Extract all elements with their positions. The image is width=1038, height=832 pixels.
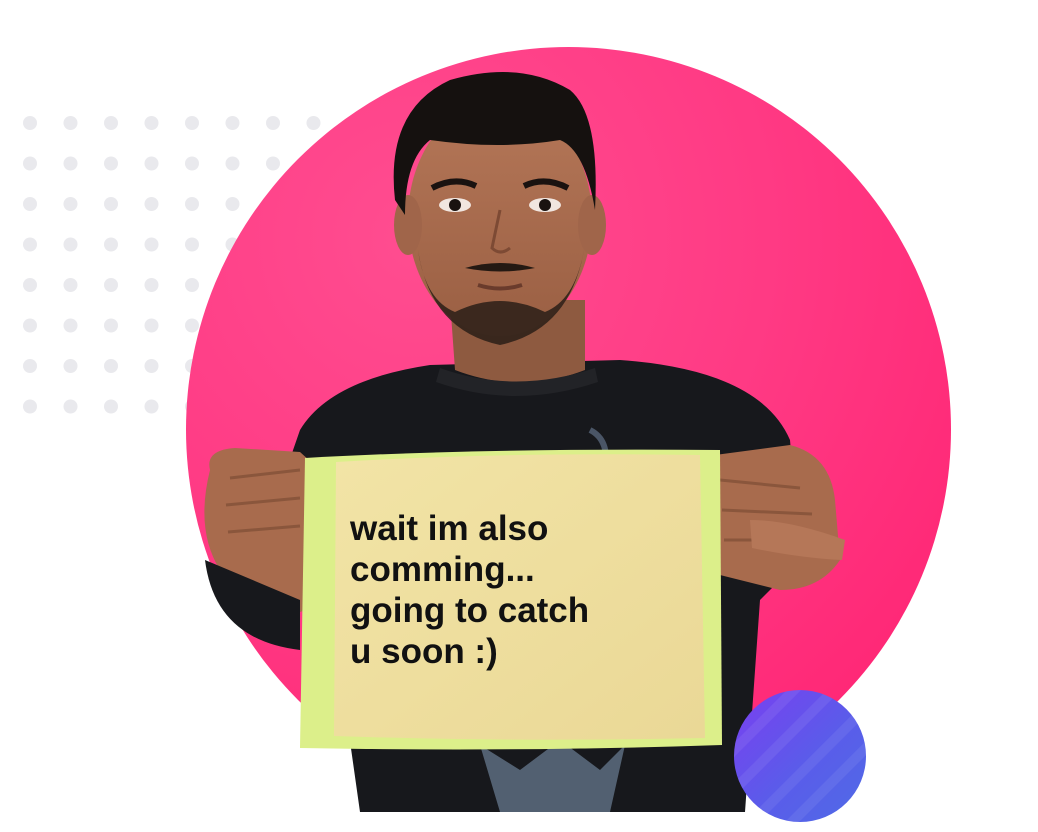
right-hand xyxy=(715,445,845,590)
sign-line-3: going to catch xyxy=(350,591,590,630)
hero-image-stage: wait im also comming... going to catch u… xyxy=(0,0,1038,832)
person-photo xyxy=(204,72,845,812)
purple-accent-circle xyxy=(734,690,866,822)
sign-line-4: u soon :) xyxy=(350,632,498,671)
sign-line-2: comming... xyxy=(350,550,535,589)
sign-handwritten-text: wait im also comming... going to catch u… xyxy=(350,508,680,672)
sign-line-1: wait im also xyxy=(350,509,549,548)
accent-stripes xyxy=(734,690,866,822)
